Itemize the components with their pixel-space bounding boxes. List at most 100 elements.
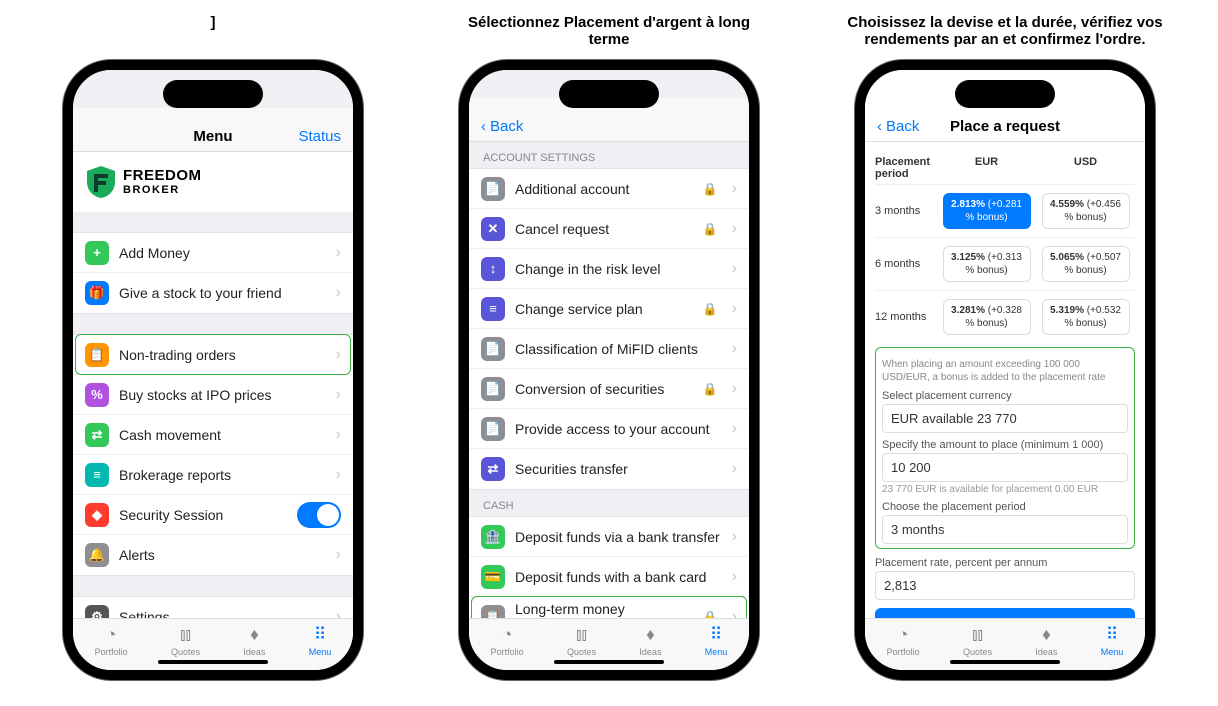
home-indicator — [950, 660, 1060, 664]
row-non-trading[interactable]: 📋Non-trading orders› — [73, 335, 353, 375]
bulb-icon: ♦ — [646, 625, 655, 645]
label-rate: Placement rate, percent per annum — [875, 557, 1135, 569]
pie-icon: ◔ — [898, 625, 908, 645]
period-cell: 12 months — [875, 311, 937, 323]
tab-menu[interactable]: ⠿Menu — [1101, 625, 1124, 657]
row-cash-movement[interactable]: ⇄Cash movement› — [73, 415, 353, 455]
row-label: Settings — [119, 609, 326, 618]
highlighted-form: When placing an amount exceeding 100 000… — [875, 347, 1135, 549]
row-service-plan[interactable]: ≡Change service plan🔒› — [469, 289, 749, 329]
row-label: Long-term money placement — [515, 601, 693, 619]
bonus-note: When placing an amount exceeding 100 000… — [882, 358, 1128, 384]
eur-rate-chip[interactable]: 3.125% (+0.313 % bonus) — [943, 246, 1031, 282]
row-long-term[interactable]: 📋Long-term money placement🔒› — [469, 597, 749, 618]
row-label: Buy stocks at IPO prices — [119, 387, 326, 403]
grid-icon: ⠿ — [1106, 625, 1118, 645]
chevron-left-icon: ‹ — [877, 118, 882, 135]
row-additional[interactable]: 📄Additional account🔒› — [469, 169, 749, 209]
caption-3: Choisissez la devise et la durée, vérifi… — [822, 10, 1188, 60]
row-risk[interactable]: ↕Change in the risk level› — [469, 249, 749, 289]
tab-menu[interactable]: ⠿Menu — [309, 625, 332, 657]
eur-rate-chip[interactable]: 2.813% (+0.281 % bonus) — [943, 193, 1031, 229]
cash-movement-icon: ⇄ — [85, 423, 109, 447]
col-period: Placement period — [875, 156, 937, 180]
home-indicator — [554, 660, 664, 664]
phone-3: ‹Back Place a request Placement period E… — [855, 60, 1155, 680]
ipo-icon: % — [85, 383, 109, 407]
row-give-stock[interactable]: 🎁Give a stock to your friend› — [73, 273, 353, 313]
lock-icon: 🔒 — [703, 222, 718, 236]
row-deposit-bank[interactable]: 🏦Deposit funds via a bank transfer› — [469, 517, 749, 557]
phone-1: Menu Status FREEDOM BROKER +Add Money›🎁G… — [63, 60, 363, 680]
rate-value: 2,813 — [875, 571, 1135, 600]
row-label: Security Session — [119, 507, 287, 523]
row-cancel-req[interactable]: ✕Cancel request🔒› — [469, 209, 749, 249]
row-deposit-card[interactable]: 💳Deposit funds with a bank card› — [469, 557, 749, 597]
row-sec-transfer[interactable]: ⇄Securities transfer› — [469, 449, 749, 489]
period-select[interactable]: 3 months — [882, 515, 1128, 544]
provide-access-icon: 📄 — [481, 417, 505, 441]
row-settings[interactable]: ⚙ Settings › — [73, 597, 353, 618]
chevron-right-icon: › — [732, 528, 737, 546]
row-label: Securities transfer — [515, 461, 722, 477]
row-mifid[interactable]: 📄Classification of MiFID clients› — [469, 329, 749, 369]
tab-portfolio[interactable]: ◔Portfolio — [887, 625, 920, 657]
chevron-left-icon: ‹ — [481, 118, 486, 135]
chevron-right-icon: › — [336, 608, 341, 618]
chevron-right-icon: › — [732, 420, 737, 438]
row-provide-access[interactable]: 📄Provide access to your account› — [469, 409, 749, 449]
non-trading-icon: 📋 — [85, 343, 109, 367]
row-conversion[interactable]: 📄Conversion of securities🔒› — [469, 369, 749, 409]
back-button[interactable]: ‹Back — [481, 118, 523, 135]
tab-ideas[interactable]: ♦Ideas — [243, 625, 265, 657]
amount-input[interactable]: 10 200 — [882, 453, 1128, 482]
lock-icon: 🔒 — [703, 610, 718, 619]
grid-icon: ⠿ — [710, 625, 722, 645]
chevron-right-icon: › — [732, 608, 737, 619]
row-label: Cash movement — [119, 427, 326, 443]
chevron-right-icon: › — [732, 568, 737, 586]
brand-text-2: BROKER — [123, 184, 202, 196]
col-eur: EUR — [937, 156, 1036, 180]
confirm-button[interactable]: Confirm — [875, 608, 1135, 618]
back-button[interactable]: ‹Back — [877, 118, 919, 135]
tab-ideas[interactable]: ♦Ideas — [1035, 625, 1057, 657]
security-session-icon: ◆ — [85, 503, 109, 527]
row-ipo[interactable]: % Buy stocks at IPO prices › — [73, 375, 353, 415]
tab-ideas[interactable]: ♦Ideas — [639, 625, 661, 657]
additional-icon: 📄 — [481, 177, 505, 201]
row-add-money[interactable]: +Add Money› — [73, 233, 353, 273]
tab-portfolio[interactable]: ◔Portfolio — [95, 625, 128, 657]
settings-icon: ⚙ — [85, 605, 109, 618]
usd-rate-chip[interactable]: 4.559% (+0.456 % bonus) — [1042, 193, 1130, 229]
notch — [559, 80, 659, 108]
home-indicator — [158, 660, 268, 664]
chevron-right-icon: › — [732, 260, 737, 278]
tab-portfolio[interactable]: ◔Portfolio — [491, 625, 524, 657]
tab-menu[interactable]: ⠿Menu — [705, 625, 728, 657]
notch — [163, 80, 263, 108]
tab-quotes[interactable]: ⫾⫾Quotes — [567, 625, 596, 657]
row-label: Additional account — [515, 181, 693, 197]
tab-quotes[interactable]: ⫾⫾Quotes — [171, 625, 200, 657]
bulb-icon: ♦ — [1042, 625, 1051, 645]
alerts-icon: 🔔 — [85, 543, 109, 567]
usd-rate-chip[interactable]: 5.065% (+0.507 % bonus) — [1042, 246, 1130, 282]
status-link[interactable]: Status — [298, 128, 341, 145]
usd-rate-chip[interactable]: 5.319% (+0.532 % bonus) — [1042, 299, 1130, 335]
eur-rate-chip[interactable]: 3.281% (+0.328 % bonus) — [943, 299, 1031, 335]
chevron-right-icon: › — [732, 220, 737, 238]
grid-icon: ⠿ — [314, 625, 326, 645]
row-brokerage[interactable]: ≡Brokerage reports› — [73, 455, 353, 495]
section-account: ACCOUNT SETTINGS — [469, 142, 749, 168]
tab-quotes[interactable]: ⫾⫾Quotes — [963, 625, 992, 657]
row-security-session[interactable]: ◆ Security Session — [73, 495, 353, 535]
currency-select[interactable]: EUR available 23 770 — [882, 404, 1128, 433]
chevron-right-icon: › — [336, 386, 341, 404]
amount-subnote: 23 770 EUR is available for placement 0.… — [882, 484, 1128, 495]
row-label: Non-trading orders — [119, 347, 326, 363]
toggle-switch[interactable] — [297, 502, 341, 528]
chevron-right-icon: › — [732, 460, 737, 478]
row-alerts[interactable]: 🔔Alerts› — [73, 535, 353, 575]
row-label: Alerts — [119, 547, 326, 563]
